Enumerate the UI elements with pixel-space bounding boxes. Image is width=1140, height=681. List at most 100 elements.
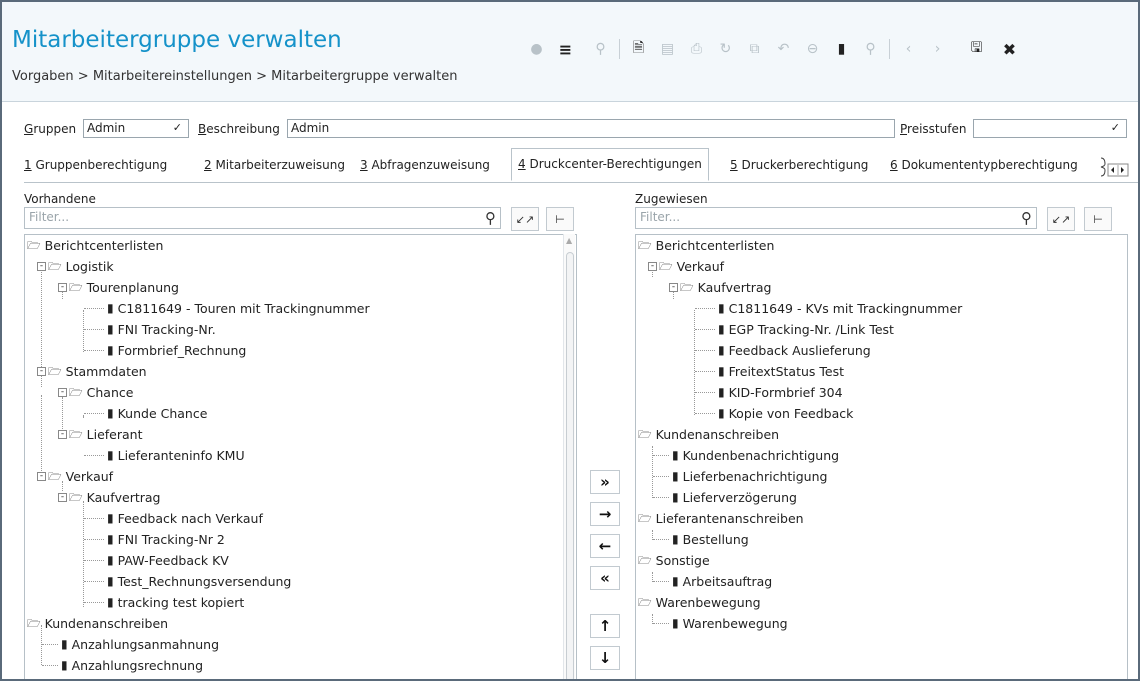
move-up-button[interactable]: ↑ xyxy=(590,614,620,638)
tree-report[interactable]: ▮ KID-Formbrief 304 xyxy=(718,382,843,403)
close-icon[interactable]: ✖ xyxy=(995,38,1024,60)
tree-folder[interactable]: 🗁 Kaufvertrag xyxy=(69,487,160,508)
tree-folder[interactable]: 🗁 Verkauf xyxy=(659,256,724,277)
tab-abfragenzuweisung[interactable]: 3 Abfragenzuweisung xyxy=(360,150,490,180)
folder-icon: 🗁 xyxy=(680,281,694,294)
tree-report[interactable]: ▮ Feedback nach Verkauf xyxy=(107,508,263,529)
right-filter-input[interactable]: Filter... ⚲ xyxy=(635,207,1037,229)
collapse-toggle[interactable]: - xyxy=(669,283,678,292)
collapse-toggle[interactable]: - xyxy=(58,388,67,397)
location-pin-icon[interactable]: ⚲ xyxy=(586,38,615,60)
refresh-icon[interactable]: ↻ xyxy=(711,38,740,60)
collapse-toggle[interactable]: - xyxy=(58,283,67,292)
tree-report[interactable]: ▮ Test_Rechnungsversendung xyxy=(107,571,291,592)
trash-icon[interactable]: ▮ xyxy=(827,38,856,60)
tab-druckcenter-berechtigungen[interactable]: 4 Druckcenter-Berechtigungen xyxy=(511,148,709,181)
tree-folder[interactable]: 🗁 Logistik xyxy=(48,256,114,277)
tree-folder[interactable]: 🗁 Berichtcenterlisten xyxy=(27,235,163,256)
menu-list-icon[interactable]: ≡ xyxy=(551,38,580,60)
tree-report[interactable]: ▮ EGP Tracking-Nr. /Link Test xyxy=(718,319,894,340)
folder-icon: 🗁 xyxy=(27,239,41,252)
collapse-toggle[interactable]: - xyxy=(58,430,67,439)
tree-folder[interactable]: 🗁 Chance xyxy=(69,382,133,403)
move-left-button[interactable]: ← xyxy=(590,534,620,558)
move-right-button[interactable]: → xyxy=(590,502,620,526)
beschreibung-field[interactable]: Admin xyxy=(287,119,895,138)
tree-folder[interactable]: 🗁 Warenbewegung xyxy=(638,592,761,613)
collapse-toggle[interactable]: - xyxy=(37,262,46,271)
tree-report[interactable]: ▮ Lieferanteninfo KMU xyxy=(107,445,245,466)
scrollbar-thumb[interactable] xyxy=(566,252,574,679)
tab-druckerberechtigung[interactable]: 5 Druckerberechtigung xyxy=(730,150,868,180)
document-icon: ▮ xyxy=(107,301,114,315)
tree-report[interactable]: ▮ Arbeitsauftrag xyxy=(672,571,772,592)
search-icon[interactable]: ⚲ xyxy=(1021,209,1032,227)
collapse-all-button[interactable]: ↙↗ xyxy=(1047,207,1075,231)
collapse-toggle[interactable]: - xyxy=(37,367,46,376)
document-icon: ▮ xyxy=(107,448,114,462)
tree-report[interactable]: ▮ Kopie von Feedback xyxy=(718,403,853,424)
tree-folder[interactable]: 🗁 Berichtcenterlisten xyxy=(638,235,774,256)
collapse-toggle[interactable]: - xyxy=(37,472,46,481)
tree-report[interactable]: ▮ C1811649 - Touren mit Trackingnummer xyxy=(107,298,370,319)
preisstufen-select[interactable]: ✓ xyxy=(973,119,1127,138)
gruppen-select[interactable]: Admin ✓ xyxy=(83,119,189,138)
tree-report[interactable]: ▮ FNI Tracking-Nr 2 xyxy=(107,529,225,550)
collapse-toggle[interactable]: - xyxy=(648,262,657,271)
tree-folder[interactable]: 🗁 Sonstige xyxy=(638,550,710,571)
tree-report[interactable]: ▮ Lieferverzögerung xyxy=(672,487,797,508)
tree-folder[interactable]: 🗁 Lieferantenanschreiben xyxy=(638,508,804,529)
tree-report[interactable]: ▮ C1811649 - KVs mit Trackingnummer xyxy=(718,298,962,319)
tree-report[interactable]: ▮ PAW-Feedback KV xyxy=(107,550,229,571)
folder-icon: 🗁 xyxy=(69,491,83,504)
tree-report[interactable]: ▮ FreitextStatus Test xyxy=(718,361,844,382)
tree-report[interactable]: ▮ Formbrief_Rechnung xyxy=(107,340,246,361)
tab-gruppenberechtigung[interactable]: 1 Gruppenberechtigung xyxy=(24,150,167,180)
search-icon[interactable]: ⚲ xyxy=(856,38,885,60)
next-icon[interactable]: › xyxy=(923,38,952,60)
tree-report[interactable]: ▮ Lieferbenachrichtigung xyxy=(672,466,827,487)
scroll-up-icon[interactable]: ▲ xyxy=(566,236,572,245)
tree-report[interactable]: ▮ Warenbewegung xyxy=(672,613,788,634)
tree-report[interactable]: ▮ tracking test kopiert xyxy=(107,592,244,613)
toolbar-separator xyxy=(619,39,620,59)
move-all-left-button[interactable]: « xyxy=(590,566,620,590)
move-all-right-button[interactable]: » xyxy=(590,470,620,494)
folder-icon[interactable]: ▤ xyxy=(653,38,682,60)
tree-folder[interactable]: 🗁 Stammdaten xyxy=(48,361,147,382)
chat-icon[interactable]: ● xyxy=(522,38,551,60)
tree-report[interactable]: ▮ Kunde Chance xyxy=(107,403,207,424)
tree-report[interactable]: ▮ Feedback Auslieferung xyxy=(718,340,871,361)
tree-folder[interactable]: 🗁 Kaufvertrag xyxy=(680,277,771,298)
move-down-button[interactable]: ↓ xyxy=(590,646,620,670)
tree-folder[interactable]: 🗁 Tourenplanung xyxy=(69,277,179,298)
expand-tree-button[interactable]: ⊢ xyxy=(1084,207,1112,231)
search-icon[interactable]: ⚲ xyxy=(485,209,496,227)
tab-scroll-arrows[interactable] xyxy=(1099,154,1129,178)
tree-report[interactable]: ▮ Anzahlungsanmahnung xyxy=(61,634,219,655)
left-tree-scrollbar[interactable]: ▲ xyxy=(563,234,575,679)
new-document-icon[interactable]: 🗎 xyxy=(624,38,653,60)
tree-report[interactable]: ▮ Kundenbenachrichtigung xyxy=(672,445,839,466)
tree-report[interactable]: ▮ FNI Tracking-Nr. xyxy=(107,319,216,340)
collapse-toggle[interactable]: - xyxy=(58,493,67,502)
tab-dokumententypberechtigung[interactable]: 6 Dokumententypberechtigung xyxy=(890,150,1078,180)
tree-folder[interactable]: 🗁 Kundenanschreiben xyxy=(638,424,779,445)
expand-tree-button[interactable]: ⊢ xyxy=(546,207,574,231)
collapse-all-button[interactable]: ↙↗ xyxy=(511,207,539,231)
copy-icon[interactable]: ⧉ xyxy=(740,38,769,60)
left-filter-input[interactable]: Filter... ⚲ xyxy=(24,207,501,229)
tree-report[interactable]: ▮ Anzahlungsrechnung xyxy=(61,655,203,676)
breadcrumb: Vorgaben > Mitarbeitereinstellungen > Mi… xyxy=(12,69,458,84)
minus-circle-icon[interactable]: ⊖ xyxy=(798,38,827,60)
undo-icon[interactable]: ↶ xyxy=(769,38,798,60)
tree-folder[interactable]: 🗁 Kundenanschreiben xyxy=(27,613,168,634)
tree-folder[interactable]: 🗁 Verkauf xyxy=(48,466,113,487)
print-icon[interactable]: ⎙ xyxy=(682,38,711,60)
document-icon: ▮ xyxy=(672,448,679,462)
tab-mitarbeiterzuweisung[interactable]: 2 Mitarbeiterzuweisung xyxy=(204,150,345,180)
save-icon[interactable]: 🖫 xyxy=(962,38,991,60)
prev-icon[interactable]: ‹ xyxy=(894,38,923,60)
tree-folder[interactable]: 🗁 Lieferant xyxy=(69,424,142,445)
tree-report[interactable]: ▮ Bestellung xyxy=(672,529,749,550)
